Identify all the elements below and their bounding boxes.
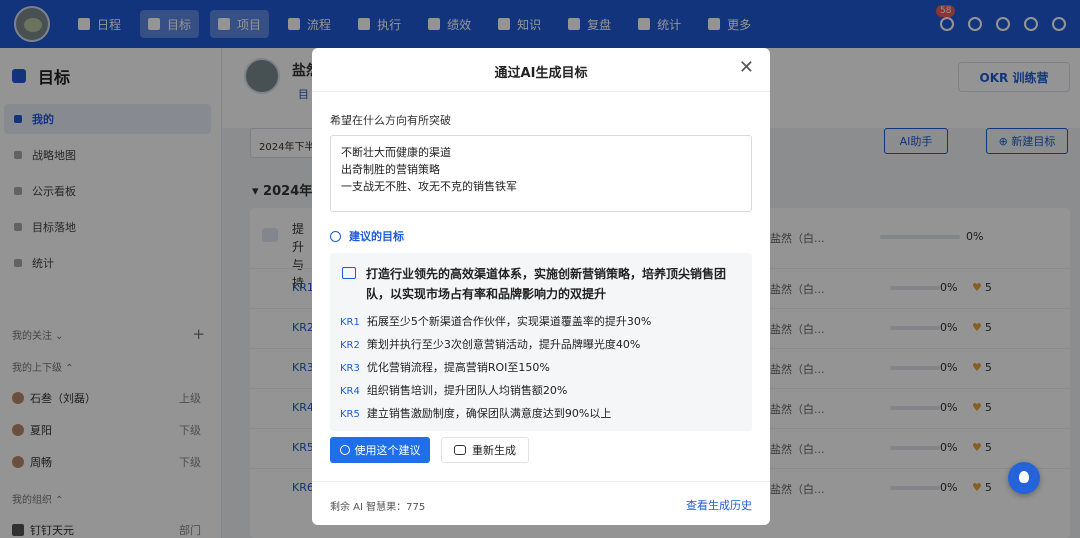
modal-title: 通过AI生成目标 <box>494 66 588 81</box>
suggested-kr: KR4 组织销售培训，提升团队人均销售额20% <box>340 382 567 398</box>
check-circle-icon <box>339 445 350 455</box>
regenerate-button[interactable]: 重新生成 <box>441 437 529 463</box>
suggested-kr: KR3 优化营销流程，提高营销ROI至150% <box>340 359 550 375</box>
suggested-kr: KR1 拓展至少5个新渠道合作伙伴，实现渠道覆盖率的提升30% <box>340 313 651 329</box>
kr-id: KR5 <box>340 409 360 420</box>
suggested-goal-text: 打造行业领先的高效渠道体系，实施创新营销策略，培养顶尖销售团队，以实现市场占有率… <box>366 267 727 301</box>
atom-icon <box>330 230 341 242</box>
kr-text: 策划并执行至少3次创意营销活动，提升品牌曝光度40% <box>366 338 641 351</box>
kr-id: KR3 <box>340 363 360 374</box>
suggestion-box: 打造行业领先的高效渠道体系，实施创新营销策略，培养顶尖销售团队，以实现市场占有率… <box>330 253 752 431</box>
suggested-goal-heading: 建议的目标 <box>330 228 404 244</box>
modal-footer: 剩余 AI 智慧果：775 查看生成历史 <box>312 481 770 525</box>
prompt-line: 出奇制胜的营销策略 <box>341 163 440 176</box>
flag-icon <box>342 267 356 279</box>
remaining-credits: 剩余 AI 智慧果：775 <box>330 502 426 513</box>
kr-text: 建立销售激励制度，确保团队满意度达到90%以上 <box>366 407 612 420</box>
suggested-kr: KR2 策划并执行至少3次创意营销活动，提升品牌曝光度40% <box>340 336 640 352</box>
suggested-kr: KR5 建立销售激励制度，确保团队满意度达到90%以上 <box>340 405 611 421</box>
regenerate-label: 重新生成 <box>472 444 516 457</box>
kr-text: 优化营销流程，提高营销ROI至150% <box>366 361 550 374</box>
kr-id: KR1 <box>340 317 360 328</box>
kr-text: 拓展至少5个新渠道合作伙伴，实现渠道覆盖率的提升30% <box>366 315 652 328</box>
suggested-goal-label: 建议的目标 <box>349 230 404 243</box>
generation-history-link[interactable]: 查看生成历史 <box>686 497 752 513</box>
use-suggestion-button[interactable]: 使用这个建议 <box>330 437 430 463</box>
prompt-line: 一支战无不胜、攻无不克的销售铁军 <box>341 180 517 193</box>
kr-text: 组织销售培训，提升团队人均销售额20% <box>366 384 568 397</box>
modal-header: 通过AI生成目标 ✕ <box>312 48 770 92</box>
prompt-textarea[interactable]: 不断壮大而健康的渠道 出奇制胜的营销策略 一支战无不胜、攻无不克的销售铁军 <box>330 135 752 212</box>
prompt-line: 不断壮大而健康的渠道 <box>341 146 451 159</box>
use-suggestion-label: 使用这个建议 <box>354 444 421 457</box>
ai-goal-modal: 通过AI生成目标 ✕ 希望在什么方向有所突破 不断壮大而健康的渠道 出奇制胜的营… <box>312 48 770 525</box>
kr-id: KR4 <box>340 386 360 397</box>
prompt-label: 希望在什么方向有所突破 <box>330 114 451 127</box>
floating-help-button[interactable] <box>1008 462 1040 494</box>
kr-id: KR2 <box>340 340 360 351</box>
close-icon[interactable]: ✕ <box>739 58 754 78</box>
robot-icon <box>454 445 466 455</box>
